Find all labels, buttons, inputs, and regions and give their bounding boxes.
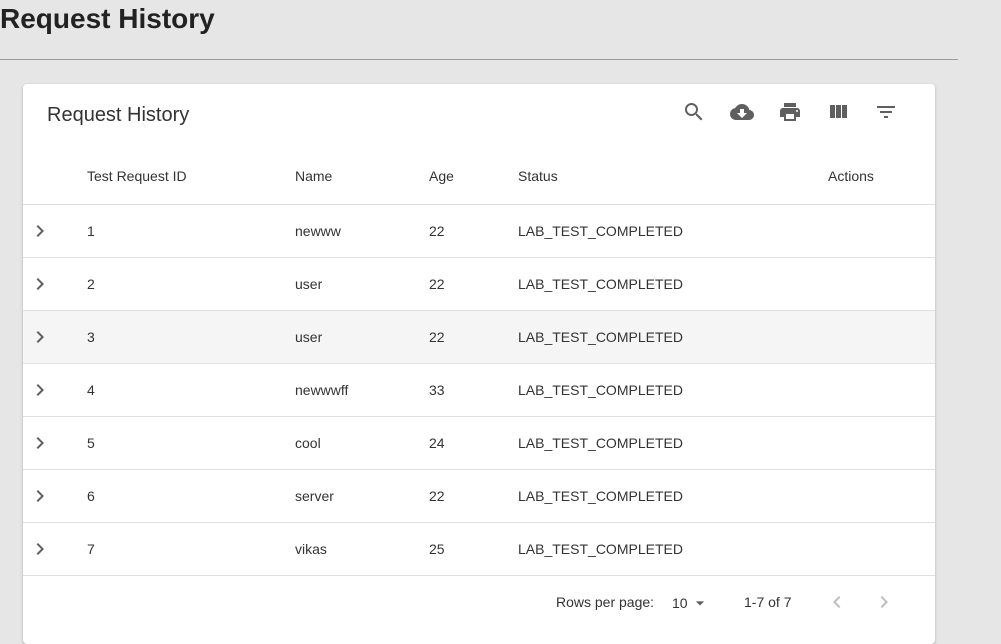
filter-button[interactable] bbox=[874, 100, 898, 124]
rows-per-page-label: Rows per page: bbox=[556, 594, 655, 610]
cell-test-request-id: 4 bbox=[87, 382, 95, 398]
rows-per-page-value: 10 bbox=[672, 595, 688, 611]
expand-row-button[interactable] bbox=[28, 484, 52, 508]
pagination-range: 1-7 of 7 bbox=[744, 594, 792, 610]
column-header-name[interactable]: Name bbox=[295, 168, 332, 184]
cell-name: user bbox=[295, 329, 323, 345]
cell-status: LAB_TEST_COMPLETED bbox=[518, 435, 683, 451]
expand-row-button[interactable] bbox=[28, 325, 52, 349]
cell-name: user bbox=[295, 276, 323, 292]
cell-status: LAB_TEST_COMPLETED bbox=[518, 276, 683, 292]
cell-name: newww bbox=[295, 223, 341, 239]
view-columns-button[interactable] bbox=[826, 100, 850, 124]
search-icon bbox=[685, 103, 703, 121]
cell-status: LAB_TEST_COMPLETED bbox=[518, 223, 683, 239]
cell-status: LAB_TEST_COMPLETED bbox=[518, 382, 683, 398]
table-row[interactable]: 6 server 22 LAB_TEST_COMPLETED bbox=[23, 469, 935, 522]
cloud-download-icon bbox=[730, 104, 754, 120]
table-row[interactable]: 3 user 22 LAB_TEST_COMPLETED bbox=[23, 310, 935, 363]
heading-divider bbox=[0, 59, 958, 60]
expand-row-button[interactable] bbox=[28, 537, 52, 561]
print-icon bbox=[780, 103, 800, 121]
search-button[interactable] bbox=[682, 100, 706, 124]
cell-test-request-id: 5 bbox=[87, 435, 95, 451]
expand-row-button[interactable] bbox=[28, 378, 52, 402]
next-page-button[interactable] bbox=[872, 590, 896, 614]
cell-test-request-id: 2 bbox=[87, 276, 95, 292]
arrow-drop-down-icon bbox=[695, 601, 704, 606]
column-header-actions: Actions bbox=[828, 168, 874, 184]
table-pagination: Rows per page: 10 1-7 of 7 bbox=[23, 575, 935, 635]
expand-row-button[interactable] bbox=[28, 219, 52, 243]
table-row[interactable]: 5 cool 24 LAB_TEST_COMPLETED bbox=[23, 416, 935, 469]
cell-age: 33 bbox=[429, 382, 445, 398]
cell-age: 22 bbox=[429, 276, 445, 292]
filter-list-icon bbox=[877, 106, 895, 118]
chevron-right-icon bbox=[880, 596, 888, 608]
cell-test-request-id: 6 bbox=[87, 488, 95, 504]
cell-status: LAB_TEST_COMPLETED bbox=[518, 488, 683, 504]
chevron-right-icon bbox=[36, 437, 44, 449]
chevron-right-icon bbox=[36, 384, 44, 396]
request-history-table-card: Request History Test Request ID Name Age… bbox=[23, 84, 935, 644]
table-row[interactable]: 4 newwwff 33 LAB_TEST_COMPLETED bbox=[23, 363, 935, 416]
table-row[interactable]: 2 user 22 LAB_TEST_COMPLETED bbox=[23, 257, 935, 310]
cell-age: 25 bbox=[429, 541, 445, 557]
table-title: Request History bbox=[47, 104, 190, 126]
column-header-status[interactable]: Status bbox=[518, 168, 558, 184]
table-row[interactable]: 1 newww 22 LAB_TEST_COMPLETED bbox=[23, 204, 935, 257]
chevron-right-icon bbox=[36, 278, 44, 290]
page-title: Request History bbox=[0, 3, 215, 34]
rows-per-page-select[interactable]: 10 bbox=[672, 591, 710, 615]
cell-age: 22 bbox=[429, 329, 445, 345]
chevron-right-icon bbox=[36, 225, 44, 237]
cell-status: LAB_TEST_COMPLETED bbox=[518, 329, 683, 345]
column-header-test-request-id[interactable]: Test Request ID bbox=[87, 168, 187, 184]
chevron-right-icon bbox=[36, 490, 44, 502]
cell-name: cool bbox=[295, 435, 321, 451]
expand-row-button[interactable] bbox=[28, 431, 52, 455]
print-button[interactable] bbox=[778, 100, 802, 124]
view-column-icon bbox=[830, 105, 847, 118]
cell-test-request-id: 1 bbox=[87, 223, 95, 239]
cell-age: 22 bbox=[429, 223, 445, 239]
chevron-right-icon bbox=[36, 543, 44, 555]
column-header-age[interactable]: Age bbox=[429, 168, 454, 184]
chevron-left-icon bbox=[833, 596, 841, 608]
chevron-right-icon bbox=[36, 331, 44, 343]
cell-name: server bbox=[295, 488, 334, 504]
cell-name: newwwff bbox=[295, 382, 349, 398]
cell-age: 24 bbox=[429, 435, 445, 451]
previous-page-button[interactable] bbox=[825, 590, 849, 614]
expand-row-button[interactable] bbox=[28, 272, 52, 296]
cell-name: vikas bbox=[295, 541, 327, 557]
table-row[interactable]: 7 vikas 25 LAB_TEST_COMPLETED bbox=[23, 522, 935, 575]
cell-test-request-id: 7 bbox=[87, 541, 95, 557]
cell-age: 22 bbox=[429, 488, 445, 504]
cell-test-request-id: 3 bbox=[87, 329, 95, 345]
download-button[interactable] bbox=[730, 100, 754, 124]
cell-status: LAB_TEST_COMPLETED bbox=[518, 541, 683, 557]
